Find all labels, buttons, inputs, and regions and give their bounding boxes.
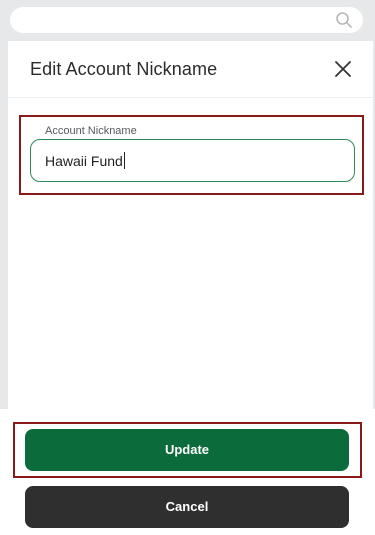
close-icon[interactable] — [333, 59, 353, 79]
nickname-field-group: Account Nickname Hawaii Fund — [19, 115, 364, 195]
nickname-field-label: Account Nickname — [45, 125, 137, 137]
modal-title: Edit Account Nickname — [30, 59, 218, 79]
cancel-button[interactable]: Cancel — [25, 486, 349, 528]
nickname-input-value[interactable]: Hawaii Fund — [45, 152, 125, 169]
search-icon[interactable] — [335, 11, 353, 29]
modal-header: Edit Account Nickname — [8, 41, 373, 98]
screen: Edit Account Nickname Account Nickname H… — [0, 0, 375, 535]
update-button[interactable]: Update — [25, 429, 349, 471]
action-bar: Update Cancel — [0, 409, 375, 535]
search-bar[interactable] — [10, 7, 363, 33]
text-caret — [123, 152, 125, 169]
